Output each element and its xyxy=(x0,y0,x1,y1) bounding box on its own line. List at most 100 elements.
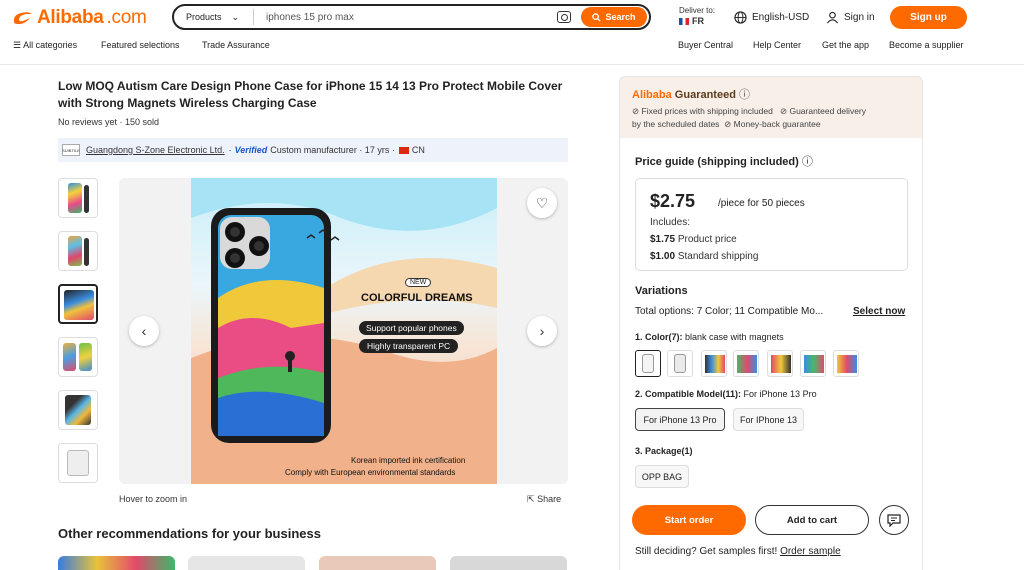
model-label: 2. Compatible Model(11): xyxy=(635,389,742,399)
shipping-price-label: Standard shipping xyxy=(677,251,759,262)
user-icon xyxy=(826,11,839,24)
hover-zoom-hint: Hover to zoom in xyxy=(119,494,188,504)
supplier-name-link[interactable]: Guangdong S-Zone Electronic Ltd. xyxy=(86,145,225,155)
previous-image-button[interactable]: ‹ xyxy=(129,316,159,346)
check-icon: ⊘ xyxy=(779,106,788,116)
color-swatch-5[interactable] xyxy=(767,350,793,377)
all-categories-label: All categories xyxy=(23,40,78,50)
guarantee-delivery: Guaranteed delivery xyxy=(789,106,866,116)
check-icon: ⊘ xyxy=(632,106,640,116)
price-guide-title: Price guide (shipping included) ⓘ xyxy=(635,153,813,169)
add-to-cart-button[interactable]: Add to cart xyxy=(755,505,869,535)
product-main-image: NEW COLORFUL DREAMS Support popular phon… xyxy=(191,178,497,484)
product-title: Low MOQ Autism Care Design Phone Case fo… xyxy=(58,79,563,110)
thumbnail-4[interactable] xyxy=(58,337,98,377)
guarantee-fixed-prices: Fixed prices with shipping included xyxy=(641,106,773,116)
deliver-label: Deliver to: xyxy=(679,6,716,15)
sign-in-link[interactable]: Sign in xyxy=(826,11,875,24)
start-order-button[interactable]: Start order xyxy=(632,505,746,535)
verified-badge[interactable]: Verified xyxy=(235,145,268,155)
sign-up-button[interactable]: Sign up xyxy=(890,6,967,29)
recommendation-card-4[interactable] xyxy=(450,556,567,570)
alibaba-guaranteed-box: Alibaba Guaranteed ⓘ ⊘ Fixed prices with… xyxy=(620,77,922,138)
alibaba-logo[interactable]: Alibaba .com xyxy=(12,7,147,29)
order-sample-link[interactable]: Order sample xyxy=(780,546,841,557)
select-now-link[interactable]: Select now xyxy=(853,306,905,317)
share-button[interactable]: ⇱ Share xyxy=(527,494,561,505)
france-flag-icon xyxy=(679,18,689,26)
chevron-down-icon: ⌄ xyxy=(231,11,240,22)
search-button-label: Search xyxy=(605,12,636,22)
guaranteed-label: Guaranteed xyxy=(674,89,736,101)
chevron-right-icon: › xyxy=(539,323,545,339)
footer-line-1: Korean imported ink certification xyxy=(351,456,466,465)
thumbnail-5[interactable] xyxy=(58,390,98,430)
product-price-line: $1.75 Product price xyxy=(650,234,737,245)
alibaba-logo-icon xyxy=(13,12,32,25)
package-label: 3. Package(1) xyxy=(635,446,693,456)
samples-prompt: Still deciding? Get samples first! Order… xyxy=(635,546,841,557)
thumbnail-1[interactable] xyxy=(58,178,98,218)
package-option-opp-bag[interactable]: OPP BAG xyxy=(635,465,689,488)
search-category-select[interactable]: Products ⌄ xyxy=(174,9,254,25)
favorite-button[interactable]: ♡ xyxy=(527,188,557,218)
thumbnail-6[interactable] xyxy=(58,443,98,483)
get-the-app-link[interactable]: Get the app xyxy=(822,40,869,50)
trade-assurance-link[interactable]: Trade Assurance xyxy=(202,40,270,50)
color-swatch-1[interactable] xyxy=(635,350,661,377)
thumbnail-3-selected[interactable] xyxy=(58,284,98,324)
logo-suffix: .com xyxy=(106,7,147,28)
shipping-price-line: $1.00 Standard shipping xyxy=(650,251,758,262)
buyer-central-link[interactable]: Buyer Central xyxy=(678,40,733,50)
guarantee-line-2: by the scheduled dates ⊘ Money-back guar… xyxy=(632,119,821,130)
price-box: $2.75 /piece for 50 pieces Includes: $1.… xyxy=(635,178,908,271)
product-price-label: Product price xyxy=(677,234,737,245)
headline-text: COLORFUL DREAMS xyxy=(361,292,473,304)
search-button[interactable]: Search xyxy=(581,7,647,27)
variations-total: Total options: 7 Color; 11 Compatible Mo… xyxy=(635,306,824,317)
recommendation-card-1[interactable] xyxy=(58,556,175,570)
search-category-label: Products xyxy=(186,12,222,22)
recommendations-title: Other recommendations for your business xyxy=(58,526,321,541)
includes-label: Includes: xyxy=(650,217,691,228)
color-value: blank case with magnets xyxy=(685,332,784,342)
new-badge: NEW xyxy=(405,278,432,287)
color-swatch-2[interactable] xyxy=(667,350,693,377)
unit-price: $2.75 xyxy=(650,191,696,211)
help-center-link[interactable]: Help Center xyxy=(753,40,801,50)
language-selector[interactable]: English-USD xyxy=(734,11,809,24)
model-option-iphone-13-pro[interactable]: For iPhone 13 Pro xyxy=(635,408,725,431)
logo-text: Alibaba xyxy=(37,7,104,28)
price-per-unit: /piece for 50 pieces xyxy=(718,198,805,209)
color-swatch-3[interactable] xyxy=(701,350,727,377)
package-label-text: 3. Package(1) xyxy=(635,446,693,456)
color-label: 1. Color(7): xyxy=(635,332,683,342)
model-option-iphone-13[interactable]: For IPhone 13 xyxy=(733,408,804,431)
info-icon[interactable]: ⓘ xyxy=(802,156,813,168)
language-label: English-USD xyxy=(752,12,810,23)
share-label: Share xyxy=(537,494,562,504)
color-swatch-7[interactable] xyxy=(833,350,859,377)
search-input[interactable]: iphones 15 pro max xyxy=(254,12,557,23)
main-image-gallery[interactable]: NEW COLORFUL DREAMS Support popular phon… xyxy=(119,178,568,484)
info-icon[interactable]: ⓘ xyxy=(739,89,750,101)
check-icon: ⊘ xyxy=(724,119,732,129)
thumbnail-2[interactable] xyxy=(58,231,98,271)
nav-row: ☰ All categories Featured selections Tra… xyxy=(0,40,1024,54)
still-deciding-text: Still deciding? Get samples first! xyxy=(635,546,778,557)
color-swatch-4[interactable] xyxy=(733,350,759,377)
chat-button[interactable] xyxy=(879,505,909,535)
become-supplier-link[interactable]: Become a supplier xyxy=(889,40,964,50)
recommendation-card-2[interactable] xyxy=(188,556,305,570)
color-swatch-6[interactable] xyxy=(800,350,826,377)
model-label-row: 2. Compatible Model(11): For iPhone 13 P… xyxy=(635,389,817,399)
all-categories-link[interactable]: ☰ All categories xyxy=(13,40,77,51)
next-image-button[interactable]: › xyxy=(527,316,557,346)
camera-search-icon[interactable] xyxy=(557,11,571,23)
deliver-to[interactable]: Deliver to: FR xyxy=(679,6,715,27)
guaranteed-brand: Alibaba xyxy=(632,89,672,101)
search-icon xyxy=(592,12,602,22)
featured-selections-link[interactable]: Featured selections xyxy=(101,40,180,50)
guarantee-money-back: Money-back guarantee xyxy=(733,119,821,129)
recommendation-card-3[interactable] xyxy=(319,556,436,570)
